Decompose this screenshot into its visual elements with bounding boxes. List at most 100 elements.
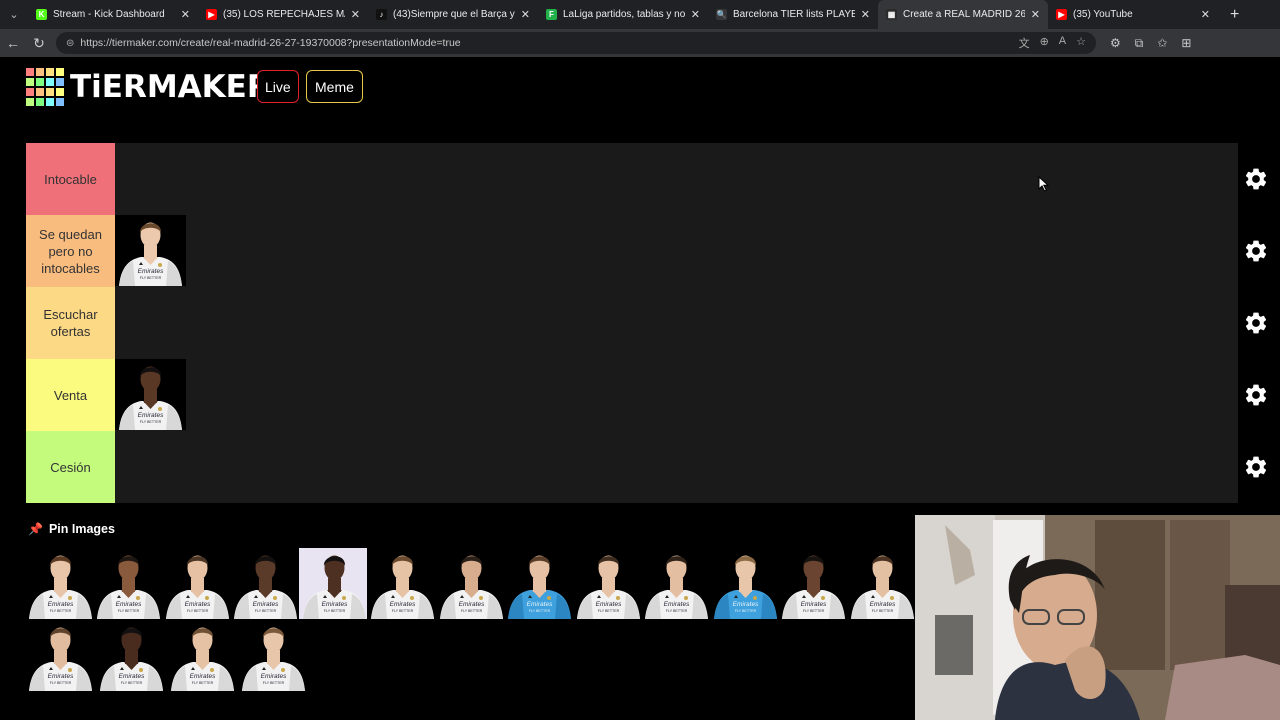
- tab-close-icon[interactable]: ✕: [351, 8, 360, 21]
- tier-drop-zone[interactable]: [115, 287, 1238, 359]
- player-image[interactable]: Emirates FLY BETTER: [161, 548, 231, 619]
- tiermaker-logo[interactable]: TiERMAKER: [26, 68, 271, 106]
- player-image[interactable]: Emirates FLY BETTER: [93, 548, 162, 619]
- tab-title: Stream - Kick Dashboard: [53, 9, 165, 20]
- player-image[interactable]: Emirates FLY BETTER: [709, 548, 779, 619]
- browser-tab[interactable]: 🔍 Barcelona TIER lists PLAYERS 25/2 ✕: [708, 0, 878, 29]
- gear-icon[interactable]: [1242, 309, 1270, 337]
- svg-text:FLY BETTER: FLY BETTER: [140, 420, 162, 424]
- tier-label[interactable]: Intocable: [26, 143, 115, 215]
- svg-text:Emirates: Emirates: [116, 601, 142, 608]
- gear-icon[interactable]: [1242, 165, 1270, 193]
- svg-text:Emirates: Emirates: [869, 601, 895, 608]
- tier-label[interactable]: Cesión: [26, 431, 115, 503]
- svg-text:Emirates: Emirates: [253, 601, 279, 608]
- svg-text:Emirates: Emirates: [48, 673, 74, 680]
- player-image[interactable]: Emirates FLY BETTER: [572, 548, 642, 619]
- collections-icon[interactable]: ⊞: [1181, 36, 1191, 51]
- browser-tab[interactable]: K Stream - Kick Dashboard ✕: [28, 0, 198, 29]
- tab-favicon-icon: K: [36, 9, 47, 20]
- player-image[interactable]: Emirates FLY BETTER: [230, 548, 299, 619]
- meme-button[interactable]: Meme: [306, 70, 363, 103]
- logo-text: TiERMAKER: [70, 69, 271, 105]
- svg-text:FLY BETTER: FLY BETTER: [140, 276, 162, 280]
- tab-search-icon[interactable]: ⌄: [0, 0, 28, 29]
- gear-icon[interactable]: [1242, 237, 1270, 265]
- split-screen-icon[interactable]: ⧉: [1135, 36, 1144, 51]
- player-image[interactable]: Emirates FLY BETTER: [367, 548, 436, 619]
- player-image[interactable]: Emirates FLY BETTER: [298, 548, 368, 619]
- read-aloud-icon[interactable]: A: [1059, 35, 1066, 51]
- gear-icon[interactable]: [1242, 381, 1270, 409]
- mouse-cursor-icon: [1038, 176, 1050, 192]
- svg-text:FLY BETTER: FLY BETTER: [392, 609, 414, 613]
- zoom-icon[interactable]: ⊕: [1040, 35, 1049, 51]
- site-info-icon[interactable]: ⊜: [66, 38, 74, 49]
- browser-tab[interactable]: ▦ Create a REAL MADRID 26/27 Tie ✕: [878, 0, 1048, 29]
- player-image[interactable]: Emirates FLY BETTER: [96, 620, 167, 691]
- gear-icon[interactable]: [1242, 453, 1270, 481]
- browser-tab[interactable]: ▶ (35) YouTube ✕: [1048, 0, 1218, 29]
- extensions-icon[interactable]: ⚙: [1110, 36, 1121, 51]
- image-pool: Emirates FLY BETTER Emirates FLY BETTER …: [25, 548, 915, 693]
- svg-text:FLY BETTER: FLY BETTER: [324, 609, 346, 613]
- pin-images-toggle[interactable]: 📌 Pin Images: [28, 522, 115, 536]
- svg-text:FLY BETTER: FLY BETTER: [263, 681, 285, 685]
- tab-close-icon[interactable]: ✕: [861, 8, 870, 21]
- tier-label[interactable]: Escuchar ofertas: [26, 287, 115, 359]
- tier-drop-zone[interactable]: Emirates FLY BETTER: [115, 359, 1238, 431]
- tier-drop-zone[interactable]: Emirates FLY BETTER: [115, 215, 1238, 287]
- svg-text:FLY BETTER: FLY BETTER: [666, 609, 688, 613]
- player-image[interactable]: Emirates FLY BETTER: [115, 215, 186, 286]
- tab-close-icon[interactable]: ✕: [1201, 8, 1210, 21]
- player-image[interactable]: Emirates FLY BETTER: [846, 548, 915, 619]
- tier-label[interactable]: Venta: [26, 359, 115, 431]
- player-image[interactable]: Emirates FLY BETTER: [115, 359, 186, 430]
- player-image[interactable]: Emirates FLY BETTER: [778, 548, 847, 619]
- tab-close-icon[interactable]: ✕: [1031, 8, 1040, 21]
- svg-text:FLY BETTER: FLY BETTER: [461, 609, 483, 613]
- browser-tab[interactable]: ♪ (43)Siempre que el Barça y el Atlé ✕: [368, 0, 538, 29]
- tier-drop-zone[interactable]: [115, 431, 1238, 503]
- favorites-icon[interactable]: ✩: [1157, 36, 1167, 51]
- svg-text:FLY BETTER: FLY BETTER: [192, 681, 214, 685]
- tab-favicon-icon: ▦: [886, 9, 897, 20]
- svg-text:FLY BETTER: FLY BETTER: [529, 609, 551, 613]
- player-image[interactable]: Emirates FLY BETTER: [25, 548, 94, 619]
- browser-tab[interactable]: F LaLiga partidos, tablas y noticias 2 ✕: [538, 0, 708, 29]
- tier-row: Cesión: [26, 431, 1267, 503]
- svg-text:Emirates: Emirates: [138, 268, 164, 275]
- browser-tab[interactable]: ▶ (35) LOS REPECHAJES MAS AGONI ✕: [198, 0, 368, 29]
- svg-text:FLY BETTER: FLY BETTER: [50, 681, 72, 685]
- reload-icon[interactable]: ↻: [26, 35, 52, 52]
- tab-close-icon[interactable]: ✕: [181, 8, 190, 21]
- translate-icon[interactable]: 文: [1019, 35, 1030, 51]
- live-button[interactable]: Live: [257, 70, 299, 103]
- favorite-star-icon[interactable]: ☆: [1076, 35, 1086, 51]
- tab-title: (35) LOS REPECHAJES MAS AGONI: [223, 9, 345, 20]
- tier-drop-zone[interactable]: [115, 143, 1238, 215]
- player-image[interactable]: Emirates FLY BETTER: [25, 620, 96, 691]
- player-image[interactable]: Emirates FLY BETTER: [238, 620, 309, 691]
- back-icon[interactable]: ←: [0, 35, 26, 51]
- player-image[interactable]: Emirates FLY BETTER: [167, 620, 238, 691]
- svg-text:Emirates: Emirates: [48, 601, 74, 608]
- svg-text:Emirates: Emirates: [261, 673, 287, 680]
- tab-close-icon[interactable]: ✕: [521, 8, 530, 21]
- tab-close-icon[interactable]: ✕: [691, 8, 700, 21]
- tab-favicon-icon: F: [546, 9, 557, 20]
- svg-text:Emirates: Emirates: [458, 601, 484, 608]
- tier-label[interactable]: Se quedan pero no intocables: [26, 215, 115, 287]
- player-image[interactable]: Emirates FLY BETTER: [504, 548, 573, 619]
- tab-favicon-icon: 🔍: [716, 9, 727, 20]
- player-image[interactable]: Emirates FLY BETTER: [641, 548, 710, 619]
- player-image[interactable]: Emirates FLY BETTER: [435, 548, 505, 619]
- browser-toolbar: ← ↻ ⊜ https://tiermaker.com/create/real-…: [0, 29, 1280, 57]
- svg-text:Emirates: Emirates: [664, 601, 690, 608]
- svg-text:FLY BETTER: FLY BETTER: [187, 609, 209, 613]
- svg-text:FLY BETTER: FLY BETTER: [121, 681, 143, 685]
- address-bar[interactable]: ⊜ https://tiermaker.com/create/real-madr…: [56, 32, 1096, 54]
- svg-text:FLY BETTER: FLY BETTER: [871, 609, 893, 613]
- new-tab-button[interactable]: +: [1218, 6, 1251, 24]
- pin-icon: 📌: [28, 522, 43, 536]
